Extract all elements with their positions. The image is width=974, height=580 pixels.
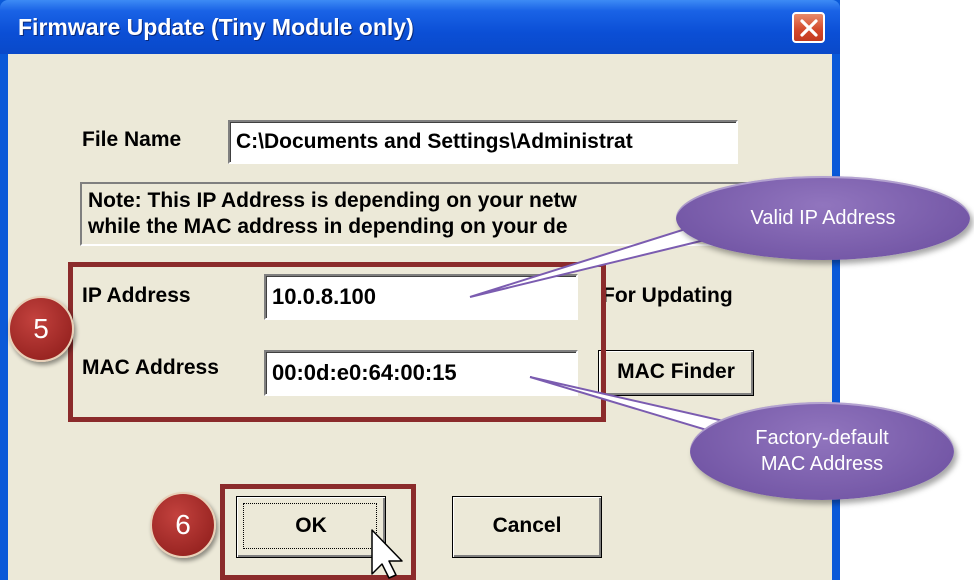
step-5-badge: 5: [8, 296, 74, 362]
callout-factory-mac-line2: MAC Address: [760, 453, 884, 475]
callout-valid-ip: Valid IP Address: [676, 176, 970, 260]
step-6-badge: 6: [150, 492, 216, 558]
callout-factory-mac-line1: Factory-default: [755, 427, 889, 449]
callout-ip-pointer: [469, 224, 707, 298]
callout-valid-ip-text: Valid IP Address: [750, 206, 896, 229]
callout-factory-mac: Factory-default MAC Address: [690, 402, 954, 500]
